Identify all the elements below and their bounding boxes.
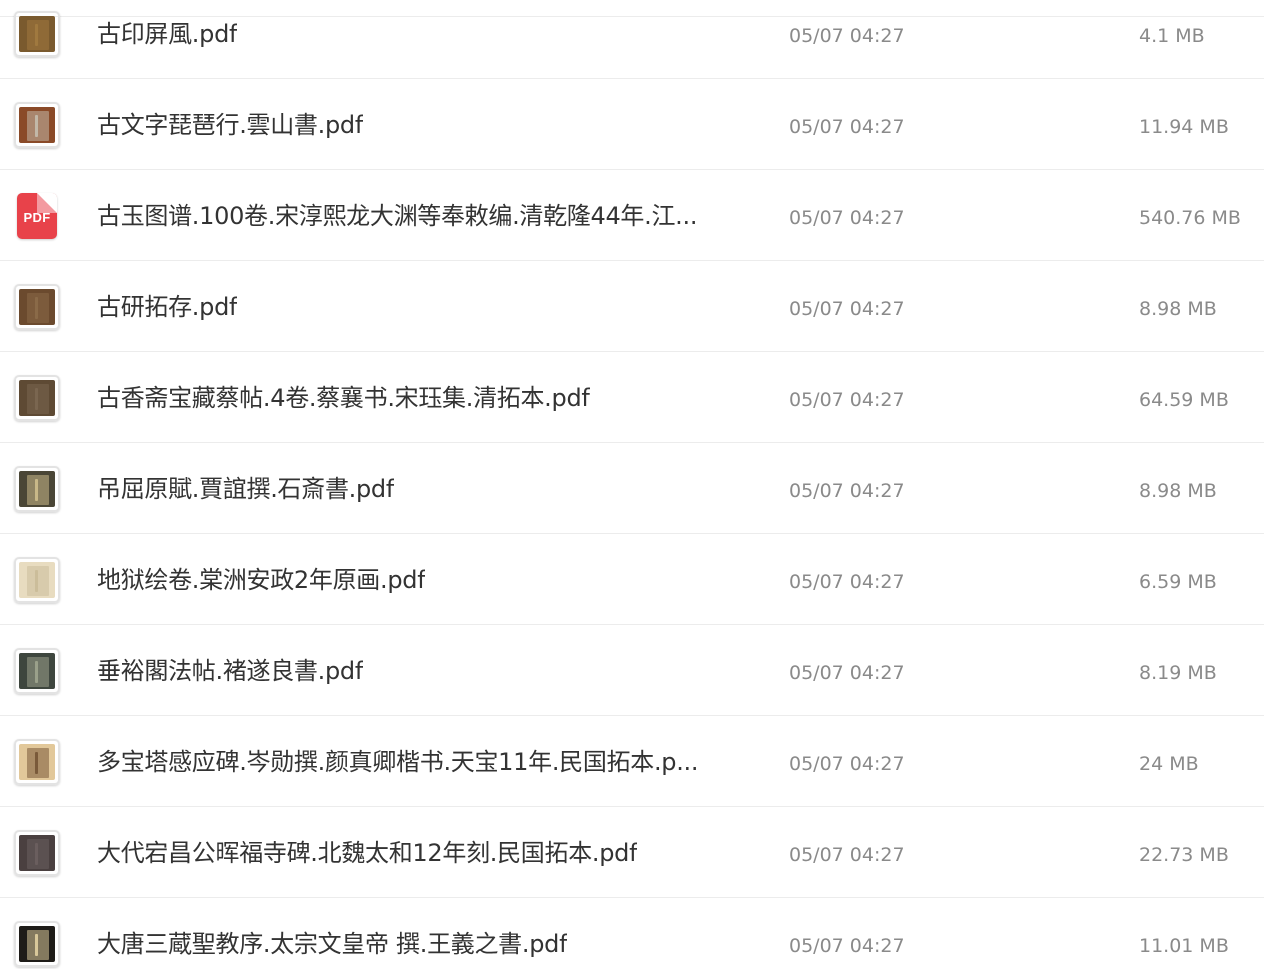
file-name[interactable]: 吊屈原賦.賈誼撰.石斎書.pdf xyxy=(97,473,394,505)
file-modified-date: 05/07 04:27 xyxy=(789,844,905,866)
file-name[interactable]: 古文字琵琶行.雲山書.pdf xyxy=(97,109,363,141)
file-name[interactable]: 古研拓存.pdf xyxy=(97,291,237,323)
file-name[interactable]: 大代宕昌公晖福寺碑.北魏太和12年刻.民国拓本.pdf xyxy=(97,837,637,869)
thumbnail-image xyxy=(19,289,55,325)
thumbnail-image xyxy=(19,16,55,52)
thumbnail-detail xyxy=(27,384,49,414)
thumbnail-detail xyxy=(35,388,38,410)
file-size: 11.01 MB xyxy=(1139,935,1229,957)
file-size: 24 MB xyxy=(1139,753,1199,775)
thumbnail-detail xyxy=(35,479,38,501)
thumbnail-image xyxy=(19,744,55,780)
thumbnail-detail xyxy=(27,20,49,50)
file-thumbnail xyxy=(14,375,60,421)
pdf-icon-label: PDF xyxy=(23,210,51,225)
file-size: 6.59 MB xyxy=(1139,571,1217,593)
thumbnail-detail xyxy=(27,111,49,141)
file-row[interactable]: 垂裕閣法帖.褚遂良書.pdf 05/07 04:27 8.19 MB xyxy=(0,626,1264,716)
file-modified-date: 05/07 04:27 xyxy=(789,935,905,957)
file-size: 540.76 MB xyxy=(1139,207,1241,229)
pdf-file-icon: PDF xyxy=(17,193,57,239)
file-name[interactable]: 垂裕閣法帖.褚遂良書.pdf xyxy=(97,655,363,687)
thumbnail-detail xyxy=(35,297,38,319)
thumbnail-detail xyxy=(35,115,38,137)
file-size: 8.19 MB xyxy=(1139,662,1217,684)
file-row[interactable]: 古研拓存.pdf 05/07 04:27 8.98 MB xyxy=(0,262,1264,352)
file-list: 古印屏風.pdf 05/07 04:27 4.1 MB 古文字琵琶行.雲山書.pdf 0… xyxy=(0,0,1264,969)
thumbnail-detail xyxy=(35,843,38,865)
thumbnail-image xyxy=(19,380,55,416)
file-row[interactable]: 吊屈原賦.賈誼撰.石斎書.pdf 05/07 04:27 8.98 MB xyxy=(0,444,1264,534)
thumbnail-detail xyxy=(35,661,38,683)
file-modified-date: 05/07 04:27 xyxy=(789,753,905,775)
thumbnail-detail xyxy=(27,930,49,960)
file-modified-date: 05/07 04:27 xyxy=(789,207,905,229)
file-thumbnail xyxy=(14,11,60,57)
file-name[interactable]: 古印屏風.pdf xyxy=(97,18,237,50)
file-size: 8.98 MB xyxy=(1139,480,1217,502)
file-size: 22.73 MB xyxy=(1139,844,1229,866)
file-name[interactable]: 古玉图谱.100卷.宋淳熙龙大渊等奉敕编.清乾隆44年.江... xyxy=(97,200,697,232)
file-modified-date: 05/07 04:27 xyxy=(789,662,905,684)
file-row[interactable]: 多宝塔感应碑.岑勋撰.颜真卿楷书.天宝11年.民国拓本.p... 05/07 04… xyxy=(0,717,1264,807)
file-size: 11.94 MB xyxy=(1139,116,1229,138)
file-size: 4.1 MB xyxy=(1139,25,1205,47)
file-thumbnail xyxy=(14,830,60,876)
file-row[interactable]: 古印屏風.pdf 05/07 04:27 4.1 MB xyxy=(0,0,1264,79)
thumbnail-detail xyxy=(35,752,38,774)
file-row[interactable]: 大代宕昌公晖福寺碑.北魏太和12年刻.民国拓本.pdf 05/07 04:27 22… xyxy=(0,808,1264,898)
file-size: 8.98 MB xyxy=(1139,298,1217,320)
file-modified-date: 05/07 04:27 xyxy=(789,389,905,411)
file-row[interactable]: 古香斋宝藏蔡帖.4卷.蔡襄书.宋珏集.清拓本.pdf 05/07 04:27 64.… xyxy=(0,353,1264,443)
thumbnail-detail xyxy=(27,566,49,596)
thumbnail-image xyxy=(19,653,55,689)
thumbnail-image xyxy=(19,562,55,598)
file-modified-date: 05/07 04:27 xyxy=(789,116,905,138)
thumbnail-detail xyxy=(35,570,38,592)
thumbnail-detail xyxy=(27,839,49,869)
file-size: 64.59 MB xyxy=(1139,389,1229,411)
file-name[interactable]: 大唐三蔵聖教序.太宗文皇帝 撰.王義之書.pdf xyxy=(97,928,567,960)
file-thumbnail xyxy=(14,102,60,148)
thumbnail-image xyxy=(19,835,55,871)
file-row[interactable]: 大唐三蔵聖教序.太宗文皇帝 撰.王義之書.pdf 05/07 04:27 11.01… xyxy=(0,899,1264,969)
thumbnail-image xyxy=(19,107,55,143)
thumbnail-detail xyxy=(35,934,38,956)
thumbnail-detail xyxy=(27,657,49,687)
file-name[interactable]: 地狱绘卷.棠洲安政2年原画.pdf xyxy=(97,564,425,596)
file-modified-date: 05/07 04:27 xyxy=(789,480,905,502)
file-row[interactable]: 古文字琵琶行.雲山書.pdf 05/07 04:27 11.94 MB xyxy=(0,80,1264,170)
file-row[interactable]: PDF 古玉图谱.100卷.宋淳熙龙大渊等奉敕编.清乾隆44年.江... 05/07… xyxy=(0,171,1264,261)
thumbnail-detail xyxy=(27,475,49,505)
file-name[interactable]: 多宝塔感应碑.岑勋撰.颜真卿楷书.天宝11年.民国拓本.p... xyxy=(97,746,698,778)
file-thumbnail xyxy=(14,466,60,512)
thumbnail-detail xyxy=(35,24,38,46)
file-modified-date: 05/07 04:27 xyxy=(789,571,905,593)
file-modified-date: 05/07 04:27 xyxy=(789,298,905,320)
thumbnail-image xyxy=(19,926,55,962)
file-modified-date: 05/07 04:27 xyxy=(789,25,905,47)
file-thumbnail xyxy=(14,284,60,330)
file-row[interactable]: 地狱绘卷.棠洲安政2年原画.pdf 05/07 04:27 6.59 MB xyxy=(0,535,1264,625)
file-name[interactable]: 古香斋宝藏蔡帖.4卷.蔡襄书.宋珏集.清拓本.pdf xyxy=(97,382,590,414)
thumbnail-image xyxy=(19,471,55,507)
thumbnail-detail xyxy=(27,748,49,778)
file-thumbnail xyxy=(14,739,60,785)
file-thumbnail xyxy=(14,921,60,967)
file-thumbnail xyxy=(14,648,60,694)
file-thumbnail xyxy=(14,557,60,603)
thumbnail-detail xyxy=(27,293,49,323)
